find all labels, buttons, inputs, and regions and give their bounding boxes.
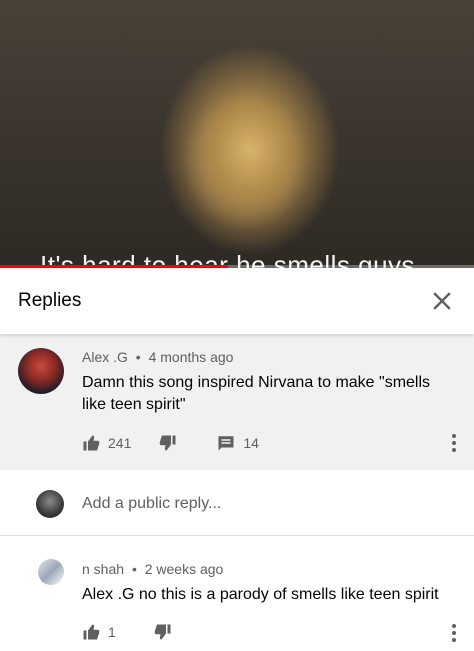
thumb-down-icon [154,624,171,640]
thumb-down-icon [160,435,176,451]
kebab-dot [452,631,456,635]
kebab-dot [452,434,456,438]
like-button[interactable] [82,623,100,641]
meta-separator: • [131,561,137,577]
kebab-dot [452,441,456,445]
comment-text: Alex .G no this is a parody of smells li… [82,586,439,603]
comment-actions: 241 14 [82,434,259,452]
like-count: 241 [108,435,132,451]
kebab-dot [452,624,456,628]
close-icon [433,292,451,310]
replies-header: Replies [0,268,474,334]
comment-meta: n shah • 2 weeks ago [82,561,223,577]
reply-count: 14 [243,435,259,451]
like-button[interactable] [82,434,100,452]
kebab-dot [452,638,456,642]
replies-title: Replies [18,290,82,311]
comment-text: Damn this song inspired Nirvana to make … [82,374,431,413]
comment-icon [218,436,234,451]
comment-author[interactable]: n shah [82,561,124,577]
thumb-up-icon [83,624,100,640]
avatar[interactable] [38,559,64,585]
reply-comment: n shah • 2 weeks ago Alex .G no this is … [0,537,474,651]
dislike-button[interactable] [159,434,177,452]
comment-meta: Alex .G • 4 months ago [82,349,233,365]
reply-count-button[interactable] [217,434,235,452]
kebab-dot [452,448,456,452]
current-user-avatar [36,490,64,518]
like-count: 1 [108,624,116,640]
comment-actions: 1 [82,623,172,641]
comment-time: 4 months ago [148,349,234,365]
thumb-up-icon [83,435,100,451]
parent-comment: Alex .G • 4 months ago Damn this song in… [0,334,474,470]
close-button[interactable] [424,283,460,319]
comment-author[interactable]: Alex .G [82,349,128,365]
more-options-button[interactable] [444,621,464,645]
more-options-button[interactable] [444,431,464,455]
comment-time: 2 weeks ago [144,561,224,577]
add-reply-input[interactable]: Add a public reply... [82,495,221,513]
add-reply-bar: Add a public reply... [0,470,474,536]
video-player[interactable]: It's hard to hear he smells guys [0,0,474,268]
meta-separator: • [135,349,141,365]
avatar[interactable] [18,348,64,394]
dislike-button[interactable] [154,623,172,641]
